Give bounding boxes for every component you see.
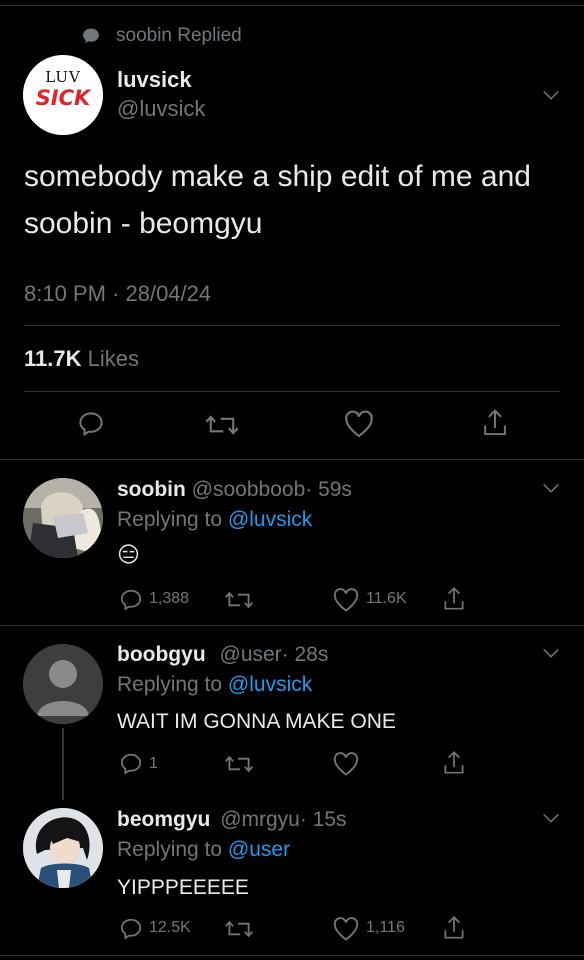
retweet-icon[interactable]: [203, 410, 241, 440]
share-icon[interactable]: [441, 749, 467, 777]
tweet-text-line2: soobin - beomgyu: [24, 207, 263, 240]
reply-count: 12.5K: [149, 919, 191, 936]
likes-label: Likes: [87, 346, 139, 371]
tweet-timestamp[interactable]: 8:10 PM · 28/04/24: [24, 281, 211, 307]
chevron-down-icon[interactable]: [540, 642, 562, 664]
reply-header: soobin @soobboob· 59s: [117, 478, 352, 502]
likes-stat[interactable]: 11.7K Likes: [24, 346, 139, 372]
share-icon[interactable]: [480, 407, 510, 439]
display-name[interactable]: soobin: [117, 478, 186, 501]
replying-to: Replying to @user: [117, 838, 290, 862]
replying-to-link[interactable]: @luvsick: [228, 673, 312, 696]
replying-to: Replying to @luvsick: [117, 508, 312, 532]
reply-time[interactable]: · 28s: [282, 643, 329, 666]
reply-header: boobgyu @user· 28s: [117, 643, 328, 667]
reply-time[interactable]: · 59s: [305, 478, 352, 501]
handle[interactable]: @mrgyu: [220, 808, 300, 831]
handle[interactable]: @user: [220, 643, 282, 666]
divider: [24, 325, 560, 326]
avatar[interactable]: [23, 808, 103, 888]
divider: [0, 625, 584, 626]
display-name[interactable]: boobgyu: [117, 643, 206, 666]
like-icon[interactable]: [332, 587, 360, 613]
replying-label: Replying to: [117, 673, 223, 696]
handle[interactable]: @luvsick: [117, 96, 205, 122]
top-divider: [0, 5, 584, 6]
display-name[interactable]: luvsick: [117, 67, 192, 93]
avatar[interactable]: [23, 644, 103, 724]
share-icon[interactable]: [441, 585, 467, 613]
reply-header: beomgyu @mrgyu· 15s: [117, 808, 347, 832]
like-icon[interactable]: [332, 916, 360, 942]
like-count: 1,116: [366, 919, 405, 936]
reply-context-icon: [81, 26, 101, 51]
reply-text: 😑: [117, 543, 140, 568]
chevron-down-icon[interactable]: [540, 477, 562, 499]
reply-icon[interactable]: [76, 409, 106, 439]
likes-count: 11.7K: [24, 346, 82, 371]
divider: [0, 955, 584, 956]
retweet-icon[interactable]: [223, 916, 255, 942]
replying-label: Replying to: [117, 838, 223, 861]
chevron-down-icon[interactable]: [540, 807, 562, 829]
reply-icon[interactable]: [117, 916, 145, 942]
replying-to-link[interactable]: @user: [228, 838, 290, 861]
thread-connector: [62, 728, 64, 800]
reply-time[interactable]: · 15s: [300, 808, 347, 831]
reply-count: 1,388: [149, 590, 190, 607]
reply-count: 1: [149, 755, 158, 772]
like-count: 11.6K: [366, 590, 407, 607]
reply-icon[interactable]: [117, 751, 145, 777]
like-icon[interactable]: [332, 751, 360, 777]
share-icon[interactable]: [441, 914, 467, 942]
replying-to-link[interactable]: @luvsick: [228, 508, 312, 531]
display-name[interactable]: beomgyu: [117, 808, 210, 831]
handle[interactable]: @soobboob: [192, 478, 306, 501]
avatar-logo-bottom: SICK: [35, 86, 91, 110]
divider: [0, 459, 584, 460]
retweet-icon[interactable]: [223, 587, 255, 613]
reply-text: YIPPPEEEEE: [117, 876, 249, 899]
replying-to: Replying to @luvsick: [117, 673, 312, 697]
avatar[interactable]: [23, 478, 103, 558]
divider: [24, 391, 560, 392]
tweet-text-line1: somebody make a ship edit of me and: [24, 160, 531, 193]
replying-label: Replying to: [117, 508, 223, 531]
avatar-logo-top: LUV: [45, 68, 81, 86]
reply-context-text: soobin Replied: [116, 25, 242, 46]
reply-icon[interactable]: [117, 587, 145, 613]
like-icon[interactable]: [343, 409, 375, 439]
reply-text: WAIT IM GONNA MAKE ONE: [117, 710, 396, 733]
chevron-down-icon[interactable]: [540, 84, 562, 106]
retweet-icon[interactable]: [223, 751, 255, 777]
